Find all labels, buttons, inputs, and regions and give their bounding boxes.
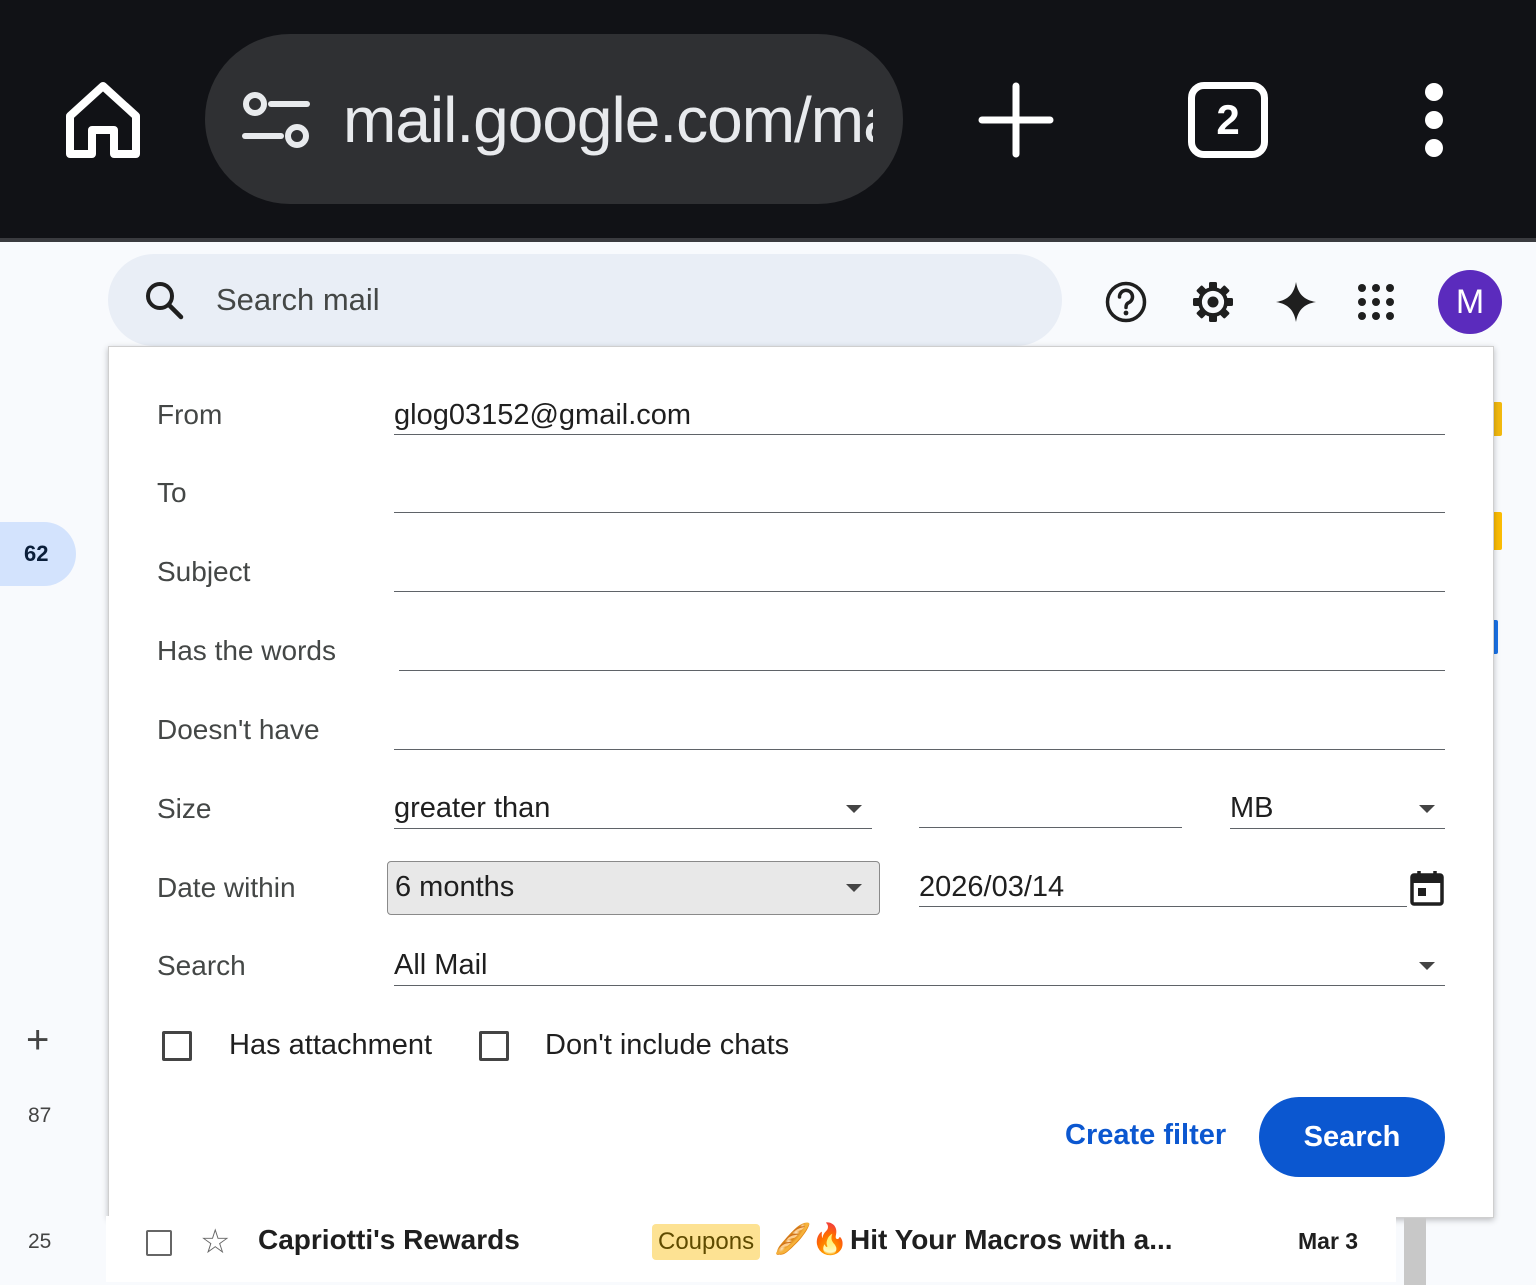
email-subject: Hit Your Macros with a...	[850, 1224, 1173, 1255]
from-input[interactable]	[394, 395, 1445, 435]
from-label: From	[157, 399, 223, 430]
dropdown-arrow-icon	[1419, 805, 1435, 813]
rail-count: 87	[28, 1104, 52, 1127]
dont-include-chats-label[interactable]: Don't include chats	[545, 1029, 789, 1062]
date-input[interactable]	[919, 867, 1407, 907]
search-mail-bar[interactable]	[108, 254, 1062, 346]
browser-toolbar: mail.google.com/mail 2	[0, 0, 1536, 242]
home-icon[interactable]	[62, 78, 144, 160]
category-label-badge[interactable]: Coupons	[652, 1224, 761, 1260]
has-attachment-checkbox[interactable]	[162, 1031, 192, 1061]
date-within-value: 6 months	[395, 871, 515, 903]
to-input[interactable]	[394, 473, 1445, 513]
address-bar[interactable]: mail.google.com/mail	[205, 34, 903, 204]
date-within-label: Date within	[157, 872, 296, 903]
doesnt-have-label: Doesn't have	[157, 714, 320, 745]
url-text[interactable]: mail.google.com/mail	[343, 80, 873, 160]
new-tab-icon[interactable]	[978, 82, 1054, 158]
site-settings-icon[interactable]	[241, 92, 311, 148]
scrollbar-thumb[interactable]	[1404, 1218, 1426, 1285]
account-avatar[interactable]: M	[1438, 270, 1502, 334]
subject-label: Subject	[157, 556, 251, 587]
subject-emoji: 🥖🔥	[774, 1223, 849, 1256]
tab-switcher-button[interactable]: 2	[1188, 82, 1268, 158]
row-select-checkbox[interactable]	[146, 1230, 172, 1256]
email-sender: Capriotti's Rewards	[258, 1224, 520, 1255]
email-list-row[interactable]: ☆ Capriotti's Rewards Coupons 🥖🔥 Hit You…	[106, 1216, 1396, 1282]
email-date: Mar 3	[1298, 1228, 1359, 1254]
rail-count: 25	[28, 1230, 52, 1253]
dropdown-arrow-icon	[1419, 962, 1435, 970]
doesnt-have-input[interactable]	[394, 710, 1445, 750]
size-unit-select[interactable]: MB	[1230, 788, 1445, 829]
search-scope-value: All Mail	[394, 949, 488, 981]
search-button[interactable]: Search	[1259, 1097, 1445, 1177]
search-icon[interactable]	[144, 280, 184, 320]
gemini-sparkle-icon[interactable]	[1274, 280, 1318, 324]
date-within-select[interactable]: 6 months	[387, 861, 880, 915]
size-operator-value: greater than	[394, 792, 551, 824]
has-attachment-label[interactable]: Has attachment	[229, 1029, 432, 1062]
search-scope-label: Search	[157, 950, 246, 981]
size-operator-select[interactable]: greater than	[394, 788, 872, 829]
dropdown-arrow-icon	[846, 884, 862, 892]
search-input[interactable]	[216, 274, 1016, 326]
calendar-picker-icon[interactable]	[1409, 869, 1445, 907]
toolbar-divider	[0, 238, 1536, 242]
dropdown-arrow-icon	[846, 805, 862, 813]
to-label: To	[157, 477, 187, 508]
has-words-label: Has the words	[157, 635, 336, 666]
help-icon[interactable]	[1104, 280, 1148, 324]
size-value-input[interactable]	[919, 788, 1182, 828]
subject-input[interactable]	[394, 552, 1445, 592]
create-filter-link[interactable]: Create filter	[1065, 1119, 1226, 1152]
dont-include-chats-checkbox[interactable]	[479, 1031, 509, 1061]
search-scope-select[interactable]: All Mail	[394, 945, 1445, 986]
add-label-icon[interactable]: +	[26, 1020, 56, 1060]
size-unit-value: MB	[1230, 792, 1274, 824]
inbox-unread-count[interactable]: 62	[0, 522, 76, 586]
size-label: Size	[157, 793, 212, 824]
advanced-search-panel: From To Subject Has the words Doesn't ha…	[108, 346, 1494, 1218]
star-icon[interactable]: ☆	[200, 1222, 230, 1262]
google-apps-icon[interactable]	[1354, 280, 1398, 324]
settings-gear-icon[interactable]	[1191, 280, 1235, 324]
has-words-input[interactable]	[399, 631, 1445, 671]
more-options-icon[interactable]	[1408, 80, 1460, 160]
